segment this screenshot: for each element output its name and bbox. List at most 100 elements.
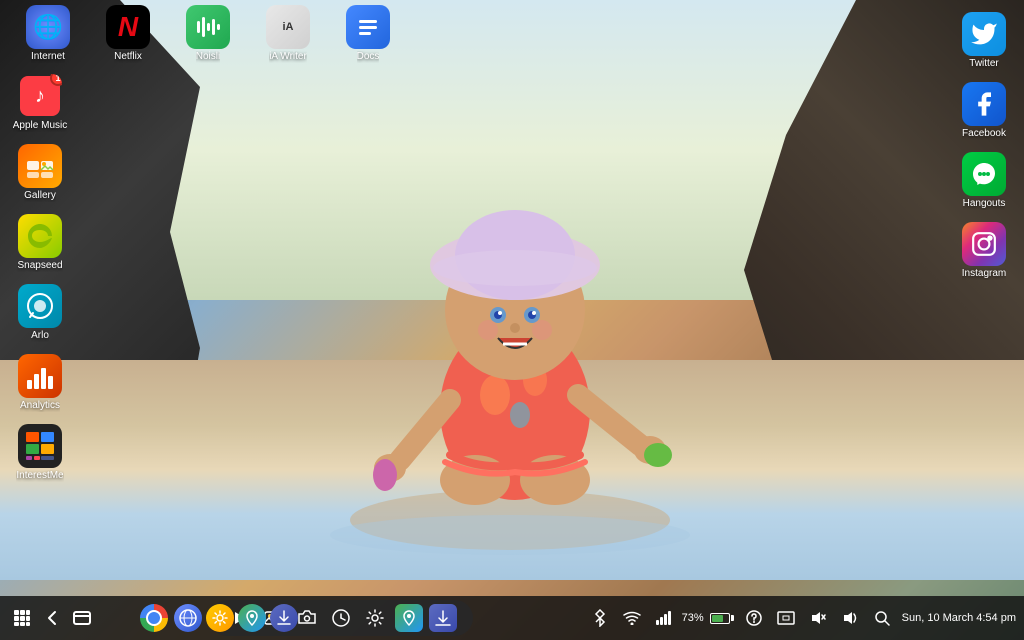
search-button[interactable] <box>868 604 896 632</box>
app-interestme[interactable]: InterestMe <box>4 420 76 486</box>
app-apple-music[interactable]: 1 Apple Music <box>4 70 76 136</box>
chrome-taskbar[interactable] <box>140 604 168 632</box>
right-sidebar: Twitter Facebook Hangouts <box>944 0 1024 284</box>
hangouts-icon <box>962 152 1006 196</box>
left-sidebar: 1 Apple Music Gallery Snapseed <box>0 70 80 486</box>
signal-bars-icon <box>656 611 671 625</box>
docs-icon <box>346 5 390 49</box>
signal-bar-3 <box>664 614 667 625</box>
battery-percent-text: 73% <box>682 612 704 624</box>
gallery-icon <box>18 144 62 188</box>
noisli-label: Noisli <box>196 51 220 63</box>
globe-icon <box>179 609 197 627</box>
gear2-icon <box>212 610 228 626</box>
browser2-button[interactable] <box>174 604 202 632</box>
bluetooth-icon <box>593 609 607 627</box>
battery-fill-icon <box>712 615 724 622</box>
twitter-label: Twitter <box>969 58 998 70</box>
app-instagram[interactable]: Instagram <box>948 218 1020 284</box>
clock-button[interactable] <box>327 604 355 632</box>
iawriter-label: iA Writer <box>269 51 307 63</box>
app-iawriter[interactable]: iA iA Writer <box>252 1 324 67</box>
signal-bar-4 <box>668 611 671 625</box>
camera-icon <box>298 609 316 627</box>
app-facebook[interactable]: Facebook <box>948 78 1020 144</box>
signal-bar-2 <box>660 617 663 625</box>
netflix-label: Netflix <box>114 51 142 63</box>
app-snapseed[interactable]: Snapseed <box>4 210 76 276</box>
battery-tip-icon <box>731 615 734 621</box>
internet-label: Internet <box>31 51 65 63</box>
volume-button[interactable] <box>804 604 832 632</box>
app-arlo[interactable]: Arlo <box>4 280 76 346</box>
analytics-label: Analytics <box>20 400 60 412</box>
maps-button[interactable] <box>395 604 423 632</box>
taskbar-center <box>96 600 586 636</box>
settings-button[interactable] <box>361 604 389 632</box>
app-hangouts[interactable]: Hangouts <box>948 148 1020 214</box>
app-noisli[interactable]: Noisli <box>172 1 244 67</box>
iawriter-text: iA <box>283 21 294 33</box>
snapseed-icon <box>18 214 62 258</box>
netflix-n-letter: N <box>118 11 138 43</box>
wifi-button[interactable] <box>618 604 646 632</box>
app-gallery[interactable]: Gallery <box>4 140 76 206</box>
twitter-bird-svg <box>970 20 998 48</box>
app-docs[interactable]: Docs <box>332 1 404 67</box>
volume-icon <box>809 610 827 626</box>
download2-icon <box>277 610 291 626</box>
settings2-button[interactable] <box>206 604 234 632</box>
bluetooth-button[interactable] <box>586 604 614 632</box>
top-bar: 🌐 Internet N Netflix Noisli iA iA Writer <box>0 0 1024 68</box>
instagram-icon <box>962 222 1006 266</box>
analytics-svg <box>24 360 56 392</box>
interestme-icon <box>18 424 62 468</box>
taskbar-extra-icons <box>174 604 298 632</box>
screenshot-button[interactable] <box>772 604 800 632</box>
back-button[interactable] <box>38 604 66 632</box>
window-icon <box>73 610 91 626</box>
gallery-label: Gallery <box>24 190 56 202</box>
app-netflix[interactable]: N Netflix <box>92 1 164 67</box>
signal-button[interactable] <box>650 604 678 632</box>
arlo-icon <box>18 284 62 328</box>
volume-level-icon <box>841 610 859 626</box>
help-button[interactable] <box>740 604 768 632</box>
app-internet[interactable]: 🌐 Internet <box>12 1 84 67</box>
apps-grid-button[interactable] <box>8 604 36 632</box>
volume-level-button[interactable] <box>836 604 864 632</box>
hangouts-svg <box>970 160 998 188</box>
baby-scene <box>0 0 1024 640</box>
taskbar-right: 73% <box>586 604 1016 632</box>
apps-grid-icon <box>13 609 31 627</box>
arlo-label: Arlo <box>31 330 49 342</box>
back-icon <box>43 609 61 627</box>
noisli-icon <box>186 5 230 49</box>
facebook-f-svg <box>970 90 998 118</box>
twitter-icon <box>962 12 1006 56</box>
app-twitter[interactable]: Twitter <box>948 8 1020 74</box>
search-icon <box>874 610 890 626</box>
docs-label: Docs <box>357 51 380 63</box>
apple-music-label: Apple Music <box>13 120 67 132</box>
maps2-button[interactable] <box>238 604 266 632</box>
taskbar-left <box>8 604 96 632</box>
arlo-svg <box>25 291 55 321</box>
app-analytics[interactable]: Analytics <box>4 350 76 416</box>
download2-button[interactable] <box>270 604 298 632</box>
wifi-icon <box>623 611 641 625</box>
chrome-icon <box>140 604 168 632</box>
apple-music-icon-container: 1 <box>18 74 62 118</box>
instagram-svg <box>971 231 997 257</box>
maps-icon <box>400 609 418 627</box>
window-button[interactable] <box>68 604 96 632</box>
snapseed-label: Snapseed <box>17 260 62 272</box>
interestme-svg <box>24 430 56 462</box>
noisli-wave-svg <box>194 13 222 41</box>
downloads-button[interactable] <box>429 604 457 632</box>
battery-button[interactable] <box>708 604 736 632</box>
screenshot-icon <box>777 610 795 626</box>
help-icon <box>746 610 762 626</box>
internet-icon: 🌐 <box>26 5 70 49</box>
downloads-icon <box>434 609 452 627</box>
